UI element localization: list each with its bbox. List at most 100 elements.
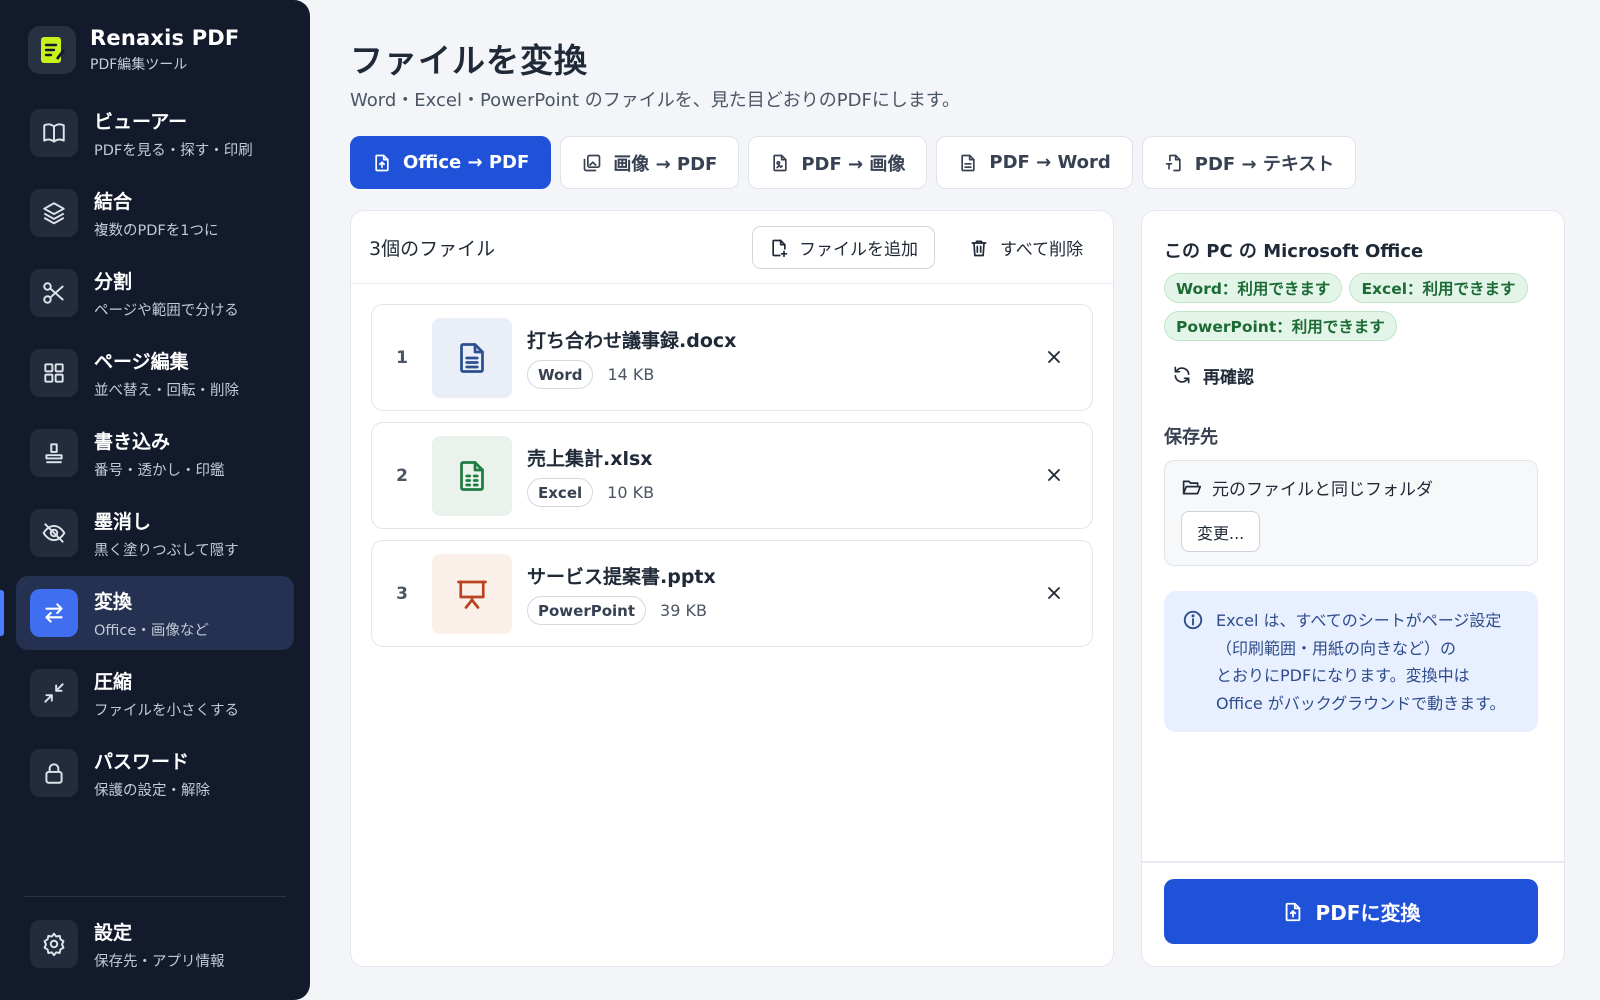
file-name: 売上集計.xlsx: [527, 448, 653, 470]
save-path-text: 元のファイルと同じフォルダ: [1212, 480, 1433, 500]
sidebar-item-settings[interactable]: 設定 保存先・アプリ情報: [16, 907, 294, 981]
office-status-panel: この PC の Microsoft Office Word：利用できます Exc…: [1141, 210, 1565, 967]
conversion-tabs: Office → PDF 画像 → PDF PDF → 画像 PDF → Wor…: [350, 136, 1357, 189]
file-row[interactable]: 1 打ち合わせ議事録.docx Word 14 KB: [371, 304, 1093, 411]
sidebar-item-write[interactable]: 書き込み番号・透かし・印鑑: [16, 416, 294, 490]
office-status-chips: Word：利用できます Excel：利用できます PowerPoint：利用でき…: [1164, 273, 1544, 341]
sidebar-item-page-edit[interactable]: ページ編集並べ替え・回転・削除: [16, 336, 294, 410]
app-name: Renaxis PDF: [90, 26, 240, 50]
file-type-icon: [1164, 153, 1184, 173]
app-logo-icon: [28, 26, 76, 74]
nav-title: 圧縮: [94, 670, 133, 693]
presentation-file-icon: [432, 553, 512, 634]
nav-title: 書き込み: [94, 430, 171, 453]
info-line: とおりにPDFになります。変換中は: [1216, 666, 1470, 685]
nav-desc: 保存先・アプリ情報: [94, 953, 225, 970]
lock-icon: [30, 749, 78, 797]
sidebar-item-split[interactable]: 分割 ページや範囲で分ける: [16, 256, 294, 330]
tab-label: Office → PDF: [403, 152, 530, 173]
gear-icon: [30, 920, 78, 968]
file-number: 3: [396, 583, 408, 604]
file-image-icon: [770, 153, 790, 173]
file-panel-header: 3個のファイル ファイルを追加 すべて削除: [351, 211, 1113, 284]
file-name: サービス提案書.pptx: [527, 566, 716, 588]
sidebar-item-merge[interactable]: 結合 複数のPDFを1つに: [16, 176, 294, 250]
add-file-label: ファイルを追加: [799, 240, 918, 260]
clear-all-button[interactable]: すべて削除: [961, 226, 1091, 269]
tab-pdf-to-image[interactable]: PDF → 画像: [748, 136, 928, 189]
add-file-button[interactable]: ファイルを追加: [752, 226, 935, 269]
file-list: 1 打ち合わせ議事録.docx Word 14 KB 2 売上集計.xlsx E…: [351, 284, 1113, 647]
tab-label: PDF → テキスト: [1194, 153, 1335, 175]
tab-image-to-pdf[interactable]: 画像 → PDF: [560, 136, 740, 189]
book-icon: [30, 109, 78, 157]
nav-title: ビューアー: [94, 110, 188, 133]
sidebar-item-compress[interactable]: 圧縮 ファイルを小さくする: [16, 656, 294, 730]
nav-title: 墨消し: [94, 510, 152, 533]
clear-all-label: すべて削除: [1000, 240, 1084, 260]
file-count: 3個のファイル: [369, 237, 496, 260]
brand: Renaxis PDF PDF編集ツール: [16, 26, 294, 74]
file-size: 39 KB: [660, 601, 707, 620]
file-text-icon: [958, 153, 978, 173]
remove-file-button[interactable]: [1038, 459, 1070, 491]
swap-icon: [30, 589, 78, 637]
sidebar: Renaxis PDF PDF編集ツール ビューアー PDFを見る・探す・印刷 結…: [0, 0, 310, 1000]
file-row[interactable]: 2 売上集計.xlsx Excel 10 KB: [371, 422, 1093, 529]
change-folder-button[interactable]: 変更...: [1181, 511, 1261, 552]
stamp-icon: [30, 429, 78, 477]
tab-label: PDF → Word: [989, 152, 1111, 173]
file-type-badge: Excel: [527, 478, 594, 507]
file-size: 14 KB: [607, 365, 655, 384]
nav-title: 結合: [94, 190, 133, 213]
folder-icon: [1181, 477, 1202, 498]
info-line: Office がバックグラウンドで動きます。: [1216, 693, 1506, 713]
nav-title: 変換: [94, 590, 133, 613]
file-type-badge: Word: [527, 360, 594, 389]
convert-label: PDFに変換: [1315, 901, 1421, 925]
tab-label: PDF → 画像: [801, 153, 906, 175]
grid-icon: [30, 349, 78, 397]
close-icon: [1048, 351, 1060, 363]
save-location-box: 元のファイルと同じフォルダ 変更...: [1164, 460, 1538, 566]
file-number: 1: [396, 347, 408, 368]
sidebar-item-redact[interactable]: 墨消し黒く塗りつぶして隠す: [16, 496, 294, 570]
info-notice: Excel は、すべてのシートがページ設定 （印刷範囲・用紙の向きなど）の とお…: [1164, 591, 1538, 732]
app-subtitle: PDF編集ツール: [90, 57, 188, 73]
close-icon: [1048, 587, 1060, 599]
tab-pdf-to-text[interactable]: PDF → テキスト: [1141, 136, 1357, 189]
trash-icon: [969, 238, 989, 258]
images-icon: [582, 153, 602, 173]
sidebar-item-password[interactable]: パスワード 保護の設定・解除: [16, 736, 294, 810]
page-title: ファイルを変換: [350, 41, 588, 80]
tab-office-to-pdf[interactable]: Office → PDF: [350, 136, 552, 189]
sidebar-nav: ビューアー PDFを見る・探す・印刷 結合 複数のPDFを1つに 分割 ページや範囲で…: [0, 96, 294, 810]
nav-desc: ページや範囲で分ける: [94, 302, 239, 319]
tab-pdf-to-word[interactable]: PDF → Word: [936, 136, 1133, 189]
excel-file-icon: [432, 435, 512, 516]
info-line: Excel は、すべてのシートがページ設定: [1216, 611, 1502, 630]
remove-file-button[interactable]: [1038, 577, 1070, 609]
file-plus-icon: [769, 238, 789, 258]
info-line: （印刷範囲・用紙の向きなど）の: [1216, 638, 1457, 658]
word-file-icon: [432, 317, 512, 398]
file-name: 打ち合わせ議事録.docx: [527, 330, 737, 352]
page-subtitle: Word・Excel・PowerPoint のファイルを、見た目どおりのPDFに…: [350, 90, 961, 111]
file-type-badge: PowerPoint: [527, 596, 647, 625]
convert-to-pdf-button[interactable]: PDFに変換: [1164, 879, 1538, 944]
remove-file-button[interactable]: [1038, 341, 1070, 373]
nav-desc: 保護の設定・解除: [94, 782, 210, 799]
nav-desc: 並べ替え・回転・削除: [94, 382, 239, 399]
file-row[interactable]: 3 サービス提案書.pptx PowerPoint 39 KB: [371, 540, 1093, 647]
sidebar-item-convert[interactable]: 変換 Office・画像など: [0, 576, 294, 650]
nav-desc: 番号・透かし・印鑑: [94, 462, 225, 479]
nav-title: ページ編集: [94, 350, 189, 373]
nav-desc: Office・画像など: [94, 622, 209, 639]
nav-desc: 黒く塗りつぶして隠す: [94, 542, 239, 559]
status-badge-powerpoint: PowerPoint：利用できます: [1164, 311, 1397, 341]
sidebar-item-viewer[interactable]: ビューアー PDFを見る・探す・印刷: [16, 96, 294, 170]
recheck-button[interactable]: 再確認: [1172, 357, 1254, 393]
refresh-icon: [1172, 365, 1192, 385]
side-panel-divider: [1142, 861, 1564, 863]
scissors-icon: [30, 269, 78, 317]
